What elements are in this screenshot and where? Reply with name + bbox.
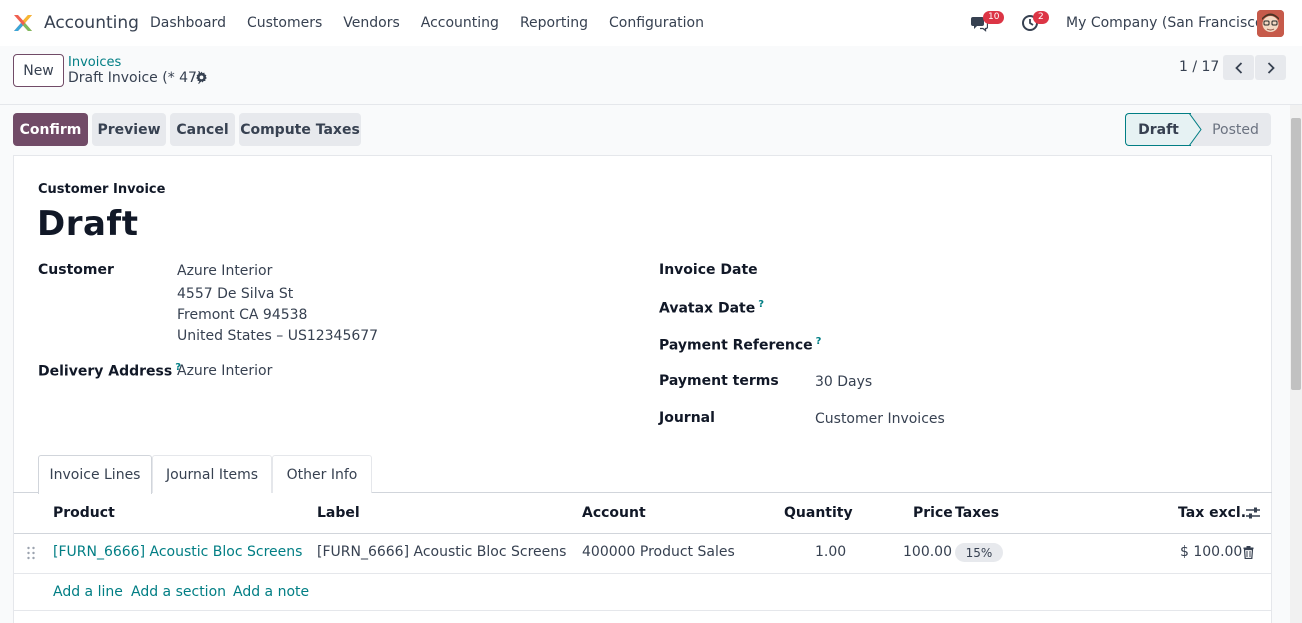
payment-terms-value[interactable]: 30 Days xyxy=(815,374,872,390)
add-note-link[interactable]: Add a note xyxy=(233,584,309,600)
customer-city: Fremont CA 94538 xyxy=(177,307,308,323)
drag-handle-icon[interactable] xyxy=(26,546,36,560)
add-section-link[interactable]: Add a section xyxy=(131,584,226,600)
company-switcher[interactable]: My Company (San Francisco) xyxy=(1066,15,1269,31)
top-navbar: Accounting Dashboard Customers Vendors A… xyxy=(0,0,1302,46)
menu-reporting[interactable]: Reporting xyxy=(520,15,588,31)
invoice-date-label: Invoice Date xyxy=(659,262,758,278)
activities-count-badge: 2 xyxy=(1033,11,1049,24)
trash-icon[interactable] xyxy=(1243,546,1254,559)
scrollbar-thumb[interactable] xyxy=(1291,118,1301,390)
chevron-left-icon xyxy=(1234,61,1242,74)
customer-label: Customer xyxy=(38,262,114,278)
column-taxes[interactable]: Taxes xyxy=(955,505,999,521)
line-account[interactable]: 400000 Product Sales xyxy=(582,544,735,560)
menu-configuration[interactable]: Configuration xyxy=(609,15,704,31)
tab-other-info[interactable]: Other Info xyxy=(272,455,372,493)
status-arrow-icon xyxy=(1189,113,1202,146)
app-name[interactable]: Accounting xyxy=(44,13,139,33)
menu-customers[interactable]: Customers xyxy=(247,15,322,31)
user-avatar[interactable] xyxy=(1257,10,1284,37)
payment-reference-label: Payment Reference? xyxy=(659,336,822,354)
document-title: Draft xyxy=(37,204,139,244)
breadcrumb-current-record: Draft Invoice (* 47) xyxy=(68,70,203,86)
main-menu: Dashboard Customers Vendors Accounting R… xyxy=(150,15,725,31)
document-type: Customer Invoice xyxy=(38,182,166,197)
chevron-right-icon xyxy=(1267,61,1275,74)
status-draft[interactable]: Draft xyxy=(1125,113,1191,146)
cancel-button[interactable]: Cancel xyxy=(170,113,235,146)
tab-invoice-lines[interactable]: Invoice Lines xyxy=(38,455,152,494)
line-subtotal: $ 100.00 xyxy=(1180,544,1243,560)
line-tax-badge[interactable]: 15% xyxy=(955,543,1003,562)
tab-journal-items[interactable]: Journal Items xyxy=(152,455,272,493)
line-price[interactable]: 100.00 xyxy=(903,544,952,560)
delivery-address-value[interactable]: Azure Interior xyxy=(177,363,272,379)
pager-previous-button[interactable] xyxy=(1223,55,1254,80)
help-tooltip-icon[interactable]: ? xyxy=(758,299,764,310)
gear-icon[interactable] xyxy=(195,71,208,84)
journal-label: Journal xyxy=(659,410,715,426)
menu-vendors[interactable]: Vendors xyxy=(343,15,399,31)
line-product[interactable]: [FURN_6666] Acoustic Bloc Screens xyxy=(53,544,302,560)
add-line-link[interactable]: Add a line xyxy=(53,584,123,600)
payment-terms-label: Payment terms xyxy=(659,373,779,389)
pager-value[interactable]: 1 / 17 xyxy=(1179,59,1219,75)
preview-button[interactable]: Preview xyxy=(92,113,166,146)
line-quantity[interactable]: 1.00 xyxy=(815,544,846,560)
column-price[interactable]: Price xyxy=(913,505,953,521)
help-tooltip-icon[interactable]: ? xyxy=(816,336,822,347)
column-account[interactable]: Account xyxy=(582,505,646,521)
messages-count-badge: 10 xyxy=(983,11,1005,24)
confirm-button[interactable]: Confirm xyxy=(13,113,88,146)
menu-dashboard[interactable]: Dashboard xyxy=(150,15,226,31)
column-tax-excl[interactable]: Tax excl. xyxy=(1178,505,1246,521)
journal-value[interactable]: Customer Invoices xyxy=(815,411,945,427)
pager-next-button[interactable] xyxy=(1255,55,1286,80)
column-quantity[interactable]: Quantity xyxy=(784,505,853,521)
menu-accounting[interactable]: Accounting xyxy=(421,15,499,31)
avatax-date-label: Avatax Date? xyxy=(659,299,765,317)
table-row-divider xyxy=(14,573,1271,574)
breadcrumb-invoices-link[interactable]: Invoices xyxy=(68,55,121,70)
table-footer-divider xyxy=(14,610,1271,611)
column-settings-icon[interactable] xyxy=(1245,506,1261,520)
column-label[interactable]: Label xyxy=(317,505,360,521)
line-label[interactable]: [FURN_6666] Acoustic Bloc Screens xyxy=(317,544,566,560)
customer-country-vat: United States – US12345677 xyxy=(177,328,379,344)
customer-name[interactable]: Azure Interior xyxy=(177,263,272,279)
customer-street: 4557 De Silva St xyxy=(177,286,294,302)
column-product[interactable]: Product xyxy=(53,505,115,521)
new-button[interactable]: New xyxy=(13,54,64,87)
accounting-app-icon[interactable] xyxy=(12,12,34,34)
compute-taxes-button[interactable]: Compute Taxes xyxy=(239,113,361,146)
table-header-divider xyxy=(14,533,1271,534)
delivery-address-label: Delivery Address? xyxy=(38,362,181,380)
action-bar: Confirm Preview Cancel Compute Taxes Pos… xyxy=(0,105,1290,155)
